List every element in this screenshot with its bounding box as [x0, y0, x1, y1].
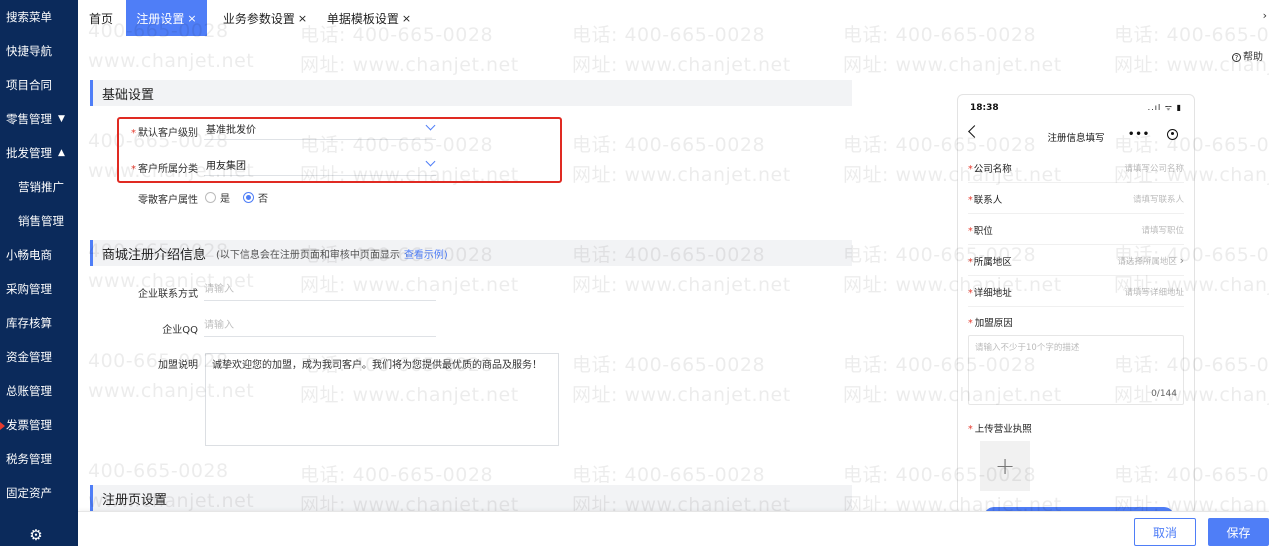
phone-form: *公司名称 请填写公司名称 *联系人 请填写联系人 *职位 请填写职位 *所属地区 请选… — [968, 153, 1184, 513]
qq-input[interactable] — [204, 315, 436, 337]
mini-program-capsule[interactable]: ••• — [1124, 125, 1182, 143]
sidebar-item-project-contract[interactable]: 项目合同 — [0, 68, 78, 102]
phone-field-contact[interactable]: *联系人 请填写联系人 — [968, 184, 1184, 214]
footer-action-bar: 取消 保存 — [78, 511, 1269, 546]
section-register-page: 注册页设置 — [90, 485, 852, 511]
chevron-right-icon[interactable]: › — [1263, 9, 1267, 22]
sidebar-item-search-menu[interactable]: 搜索菜单 — [0, 0, 78, 34]
tab-doc-template[interactable]: 单据模板设置 × — [321, 0, 417, 36]
close-circle-icon[interactable] — [1167, 128, 1178, 140]
sidebar: 搜索菜单 快捷导航 项目合同 零售管理 ▼ 批发管理 ▲ 营销推广 销售管理 小畅电… — [0, 0, 78, 546]
close-icon[interactable]: × — [187, 12, 196, 25]
phone-field-address[interactable]: *详细地址 请填写详细地址 — [968, 277, 1184, 307]
sidebar-item-inventory[interactable]: 库存核算 — [0, 306, 78, 340]
phone-field-company[interactable]: *公司名称 请填写公司名称 — [968, 153, 1184, 183]
save-button[interactable]: 保存 — [1208, 518, 1269, 546]
sidebar-item-purchase[interactable]: 采购管理 — [0, 272, 78, 306]
tab-business-params[interactable]: 业务参数设置 × — [217, 0, 313, 36]
join-desc-label: 加盟说明 — [158, 360, 198, 371]
sidebar-item-invoice[interactable]: 发票管理 — [0, 408, 78, 442]
section-basic-settings: 基础设置 — [90, 80, 852, 106]
phone-field-position[interactable]: *职位 请填写职位 — [968, 215, 1184, 245]
signal-icon: ..ıl ᯤ ▮ — [1147, 103, 1182, 112]
close-icon[interactable]: × — [298, 12, 307, 25]
tab-home[interactable]: 首页 — [78, 0, 124, 36]
section-mall-intro: 商城注册介绍信息 (以下信息会在注册页面和审核中页面显示 查看示例) — [90, 240, 852, 266]
sidebar-item-wholesale[interactable]: 批发管理 ▲ — [0, 136, 78, 170]
tab-register-settings[interactable]: 注册设置 × — [126, 0, 207, 36]
retail-no-radio[interactable]: 否 — [243, 190, 268, 205]
close-icon[interactable]: × — [402, 12, 411, 25]
phone-reason-label: * 加盟原因 — [968, 318, 1013, 329]
sidebar-item-ecommerce[interactable]: 小畅电商 — [0, 238, 78, 272]
sidebar-item-marketing[interactable]: 营销推广 — [0, 170, 78, 204]
highlight-box — [117, 117, 562, 183]
upload-plus-icon[interactable]: + — [980, 441, 1030, 491]
sidebar-item-tax[interactable]: 税务管理 — [0, 442, 78, 476]
chevron-up-icon: ▲ — [58, 148, 65, 158]
sidebar-item-fixed-assets[interactable]: 固定资产 — [0, 476, 78, 510]
phone-nav-bar: 注册信息填写 ••• — [958, 121, 1194, 149]
sidebar-item-funds[interactable]: 资金管理 — [0, 340, 78, 374]
contact-input[interactable] — [204, 279, 436, 301]
cancel-button[interactable]: 取消 — [1134, 518, 1196, 546]
sidebar-item-retail[interactable]: 零售管理 ▼ — [0, 102, 78, 136]
more-icon[interactable]: ••• — [1128, 129, 1150, 140]
phone-license-label: * 上传营业执照 — [968, 424, 1032, 435]
join-desc-textarea[interactable]: 诚挚欢迎您的加盟，成为我司客户。我们将为您提供最优质的商品及服务！ — [205, 353, 559, 446]
mobile-preview: 18:38 ..ıl ᯤ ▮ 注册信息填写 ••• *公司名称 请填写公司名称 *… — [957, 94, 1195, 514]
chevron-right-icon: › — [1179, 254, 1184, 267]
contact-label: 企业联系方式 — [138, 289, 198, 300]
chevron-down-icon: ▼ — [58, 114, 65, 124]
help-icon: ? — [1232, 53, 1241, 62]
active-indicator-icon — [0, 422, 5, 430]
sidebar-item-ledger[interactable]: 总账管理 — [0, 374, 78, 408]
phone-status-bar: 18:38 ..ıl ᯤ ▮ — [970, 103, 1182, 113]
sidebar-item-quick-nav[interactable]: 快捷导航 — [0, 34, 78, 68]
help-link[interactable]: ? 帮助 — [1232, 48, 1263, 63]
tab-bar: 首页 注册设置 × 业务参数设置 × 单据模板设置 × › — [78, 0, 1269, 36]
gear-icon[interactable]: ⚙ — [27, 526, 45, 544]
view-example-link[interactable]: 查看示例) — [404, 246, 448, 261]
retail-yes-radio[interactable]: 是 — [205, 190, 230, 205]
phone-field-region[interactable]: *所属地区 请选择所属地区 › — [968, 246, 1184, 276]
qq-label: 企业QQ — [162, 325, 198, 336]
retail-attribute-label: 零散客户属性 — [138, 195, 198, 206]
sidebar-item-sales[interactable]: 销售管理 — [0, 204, 78, 238]
phone-reason-textarea[interactable]: 请输入不少于10个字的描述 0/144 — [968, 335, 1184, 405]
